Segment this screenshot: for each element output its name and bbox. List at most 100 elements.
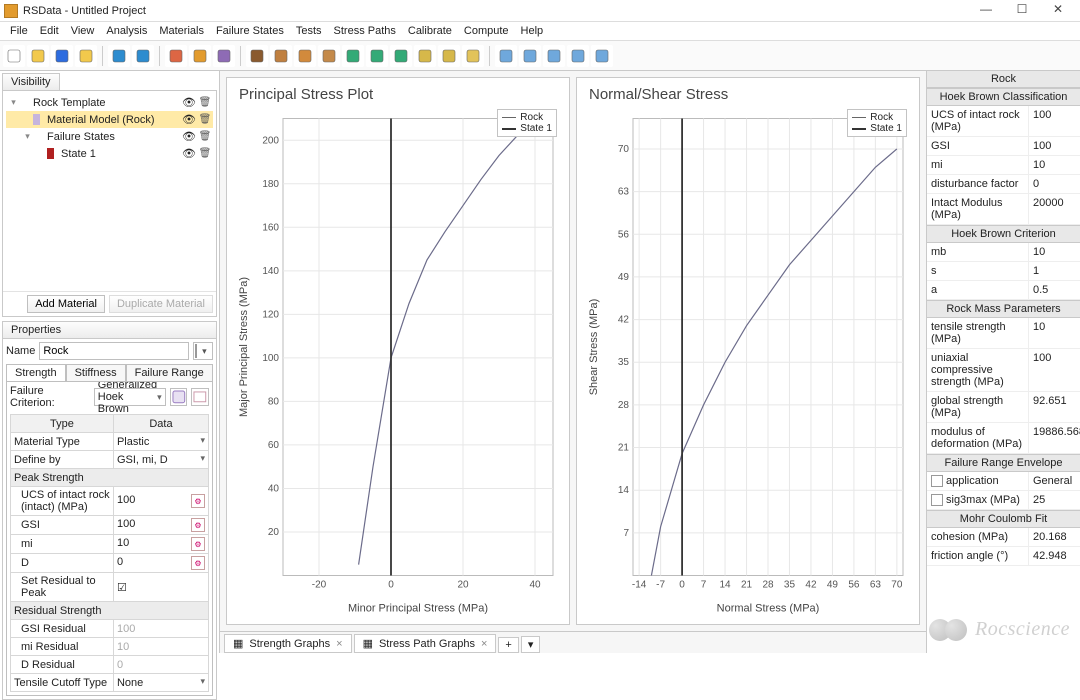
properties-panel: Properties Name ▾ Strength Stiffness Fai… — [2, 321, 217, 651]
doctab-strength-graphs[interactable]: ▦ Strength Graphs × — [224, 634, 352, 653]
material-name-input[interactable] — [39, 342, 189, 360]
eye-icon[interactable]: 👁 — [181, 96, 197, 109]
titlebar: RSData - Untitled Project — ☐ ✕ — [0, 0, 1080, 22]
fc-action-b-button[interactable] — [191, 388, 209, 406]
trash-icon[interactable]: 🗑 — [197, 148, 213, 159]
menu-failurestates[interactable]: Failure States — [210, 23, 290, 39]
menu-calibrate[interactable]: Calibrate — [402, 23, 458, 39]
calculator-icon[interactable]: ⚙ — [191, 494, 205, 508]
trash-icon[interactable]: 🗑 — [197, 114, 213, 125]
pencil-icon[interactable] — [414, 45, 436, 67]
material-color-picker[interactable]: ▾ — [193, 342, 213, 360]
properties-tab[interactable]: Properties — [2, 321, 217, 338]
param-row: applicationGeneral — [927, 472, 1080, 491]
menu-compute[interactable]: Compute — [458, 23, 515, 39]
calculator-icon[interactable]: ⚙ — [191, 518, 205, 532]
menu-tests[interactable]: Tests — [290, 23, 328, 39]
svg-text:7: 7 — [701, 580, 707, 591]
add-material-button[interactable]: Add Material — [27, 295, 105, 313]
menu-edit[interactable]: Edit — [34, 23, 65, 39]
cube-purple-icon[interactable] — [213, 45, 235, 67]
axes-alt-icon[interactable] — [390, 45, 412, 67]
save-icon[interactable] — [51, 45, 73, 67]
eye-icon[interactable]: 👁 — [181, 147, 197, 160]
undo-icon[interactable] — [108, 45, 130, 67]
menu-view[interactable]: View — [65, 23, 101, 39]
tab-failure-range[interactable]: Failure Range — [126, 364, 213, 381]
new-file-icon[interactable] — [3, 45, 25, 67]
tensile-cutoff-select[interactable]: None — [113, 674, 208, 692]
define-by-select[interactable]: GSI, mi, D — [113, 451, 208, 469]
eye-icon[interactable]: 👁 — [181, 113, 197, 126]
checkbox-icon[interactable] — [931, 494, 943, 506]
gsi-cell[interactable]: 100⚙ — [113, 516, 208, 535]
visibility-tab[interactable]: Visibility — [2, 73, 60, 90]
expander-icon[interactable]: ▾ — [8, 97, 19, 108]
shape-orange-icon[interactable] — [189, 45, 211, 67]
eye-icon[interactable]: 👁 — [181, 130, 197, 143]
tree-row[interactable]: Material Model (Rock)👁🗑 — [6, 111, 213, 128]
svg-text:20: 20 — [457, 580, 469, 591]
minimize-button[interactable]: — — [968, 0, 1004, 22]
svg-text:28: 28 — [762, 580, 774, 591]
svg-text:120: 120 — [262, 309, 279, 320]
material-type-select[interactable]: Plastic — [113, 433, 208, 451]
trash-icon[interactable]: 🗑 — [197, 131, 213, 142]
axes-3d-icon[interactable] — [366, 45, 388, 67]
svg-text:0: 0 — [388, 580, 394, 591]
mi-cell[interactable]: 10⚙ — [113, 535, 208, 554]
app-a-icon[interactable] — [270, 45, 292, 67]
plot1-canvas[interactable]: -200204020406080100120140160180200Minor … — [233, 107, 563, 621]
expander-icon[interactable]: ▾ — [22, 131, 33, 142]
svg-text:14: 14 — [618, 485, 630, 496]
failure-criterion-select[interactable]: Generalized Hoek Brown ▾ — [94, 388, 166, 406]
plot-alt3-icon[interactable] — [567, 45, 589, 67]
fc-action-a-button[interactable] — [170, 388, 188, 406]
checkbox-icon[interactable] — [931, 475, 943, 487]
d-cell[interactable]: 0⚙ — [113, 554, 208, 573]
redo-icon[interactable] — [132, 45, 154, 67]
close-button[interactable]: ✕ — [1040, 0, 1076, 22]
tab-strength[interactable]: Strength — [6, 364, 66, 381]
menu-stresspaths[interactable]: Stress Paths — [328, 23, 402, 39]
menu-file[interactable]: File — [4, 23, 34, 39]
doctab-stress-path-graphs[interactable]: ▦ Stress Path Graphs × — [354, 634, 497, 653]
maximize-button[interactable]: ☐ — [1004, 0, 1040, 22]
grid-table-icon[interactable] — [462, 45, 484, 67]
close-icon[interactable]: × — [336, 638, 342, 650]
plot-alt1-icon[interactable] — [519, 45, 541, 67]
menu-analysis[interactable]: Analysis — [100, 23, 153, 39]
axes-xy-icon[interactable] — [342, 45, 364, 67]
svg-text:42: 42 — [805, 580, 817, 591]
plot-grid-icon[interactable] — [495, 45, 517, 67]
param-row: mi10 — [927, 156, 1080, 175]
tree-row[interactable]: ▾Rock Template👁🗑 — [6, 94, 213, 111]
open-folder-icon[interactable] — [27, 45, 49, 67]
menu-materials[interactable]: Materials — [153, 23, 210, 39]
copy-icon[interactable] — [75, 45, 97, 67]
calculator-icon[interactable]: ⚙ — [191, 537, 205, 551]
wizard-icon[interactable] — [318, 45, 340, 67]
plot-alt2-icon[interactable] — [543, 45, 565, 67]
doctab-add-button[interactable]: + — [498, 637, 518, 653]
calculator-icon[interactable]: ⚙ — [191, 556, 205, 570]
set-residual-checkbox[interactable]: ☑ — [113, 573, 208, 602]
tree-row[interactable]: ▾ Failure States👁🗑 — [6, 128, 213, 145]
trash-icon[interactable]: 🗑 — [197, 97, 213, 108]
ucs-cell[interactable]: 100⚙ — [113, 487, 208, 516]
plot2-canvas[interactable]: -14-707142128354249566370714212835424956… — [583, 107, 913, 621]
tree-row[interactable]: State 1👁🗑 — [6, 145, 213, 162]
shape-red-icon[interactable] — [165, 45, 187, 67]
strength-grid: TypeData Material Type Plastic Define by… — [10, 414, 209, 692]
svg-text:28: 28 — [618, 400, 630, 411]
cube-brown-icon[interactable] — [246, 45, 268, 67]
menu-help[interactable]: Help — [515, 23, 550, 39]
svg-text:-20: -20 — [312, 580, 327, 591]
close-icon[interactable]: × — [481, 638, 487, 650]
edit-note-icon[interactable] — [438, 45, 460, 67]
cube-orange-icon[interactable] — [294, 45, 316, 67]
tab-stiffness[interactable]: Stiffness — [66, 364, 126, 381]
tree-label: Failure States — [44, 131, 181, 143]
plot-alt4-icon[interactable] — [591, 45, 613, 67]
doctab-menu-button[interactable]: ▾ — [521, 636, 541, 653]
